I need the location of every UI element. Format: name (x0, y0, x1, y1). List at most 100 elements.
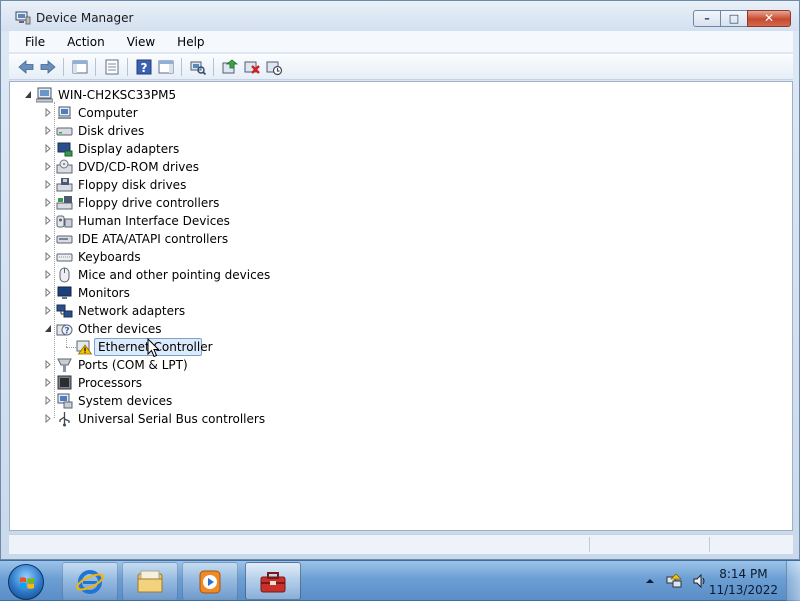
tree-category-label: System devices (78, 394, 173, 408)
menu-view[interactable]: View (119, 32, 163, 52)
expand-arrow-icon[interactable] (44, 306, 52, 315)
minimize-glyph: – (704, 12, 710, 25)
expand-arrow-icon[interactable] (44, 360, 52, 369)
expand-arrow-icon[interactable] (44, 378, 52, 387)
scan-hardware-icon[interactable] (189, 58, 207, 76)
show-desktop-button[interactable] (786, 561, 800, 601)
tree-category-label: Ports (COM & LPT) (78, 358, 188, 372)
taskbar-media-player-button[interactable] (182, 562, 238, 600)
tree-category-row[interactable]: Human Interface Devices (10, 212, 410, 230)
usb-icon (59, 412, 70, 427)
taskbar-explorer-button[interactable] (122, 562, 178, 600)
expand-arrow-icon[interactable] (44, 162, 52, 171)
tree-device-row-selected[interactable]: Ethernet Controller (10, 338, 410, 356)
tree-category-label: DVD/CD-ROM drives (78, 160, 200, 174)
title-bar[interactable]: Device Manager – □ ✕ (1, 1, 799, 31)
show-hidden-icons-icon[interactable] (644, 575, 656, 587)
expand-arrow-icon[interactable] (44, 198, 52, 207)
tree-root-label: WIN-CH2KSC33PM5 (58, 88, 177, 102)
device-manager-task-icon (260, 572, 286, 593)
window-title: Device Manager (36, 11, 134, 25)
expand-arrow-icon[interactable] (44, 108, 52, 117)
dvd-drive-icon (56, 159, 73, 174)
uninstall-icon[interactable] (243, 58, 261, 76)
tree-category-row[interactable]: Computer (10, 104, 410, 122)
expand-arrow-icon[interactable] (44, 234, 52, 243)
disk-drive-icon (56, 127, 73, 136)
tree-root-row[interactable]: WIN-CH2KSC33PM5 (10, 86, 310, 104)
menu-file[interactable]: File (17, 32, 53, 52)
show-hide-tree-icon[interactable] (71, 58, 89, 76)
start-button[interactable] (8, 564, 44, 600)
expand-arrow-icon[interactable] (44, 288, 52, 297)
network-icon[interactable] (666, 573, 682, 589)
status-segment (589, 537, 709, 552)
mouse-cursor-icon (147, 338, 159, 358)
close-button[interactable]: ✕ (747, 10, 791, 27)
menu-help[interactable]: Help (169, 32, 212, 52)
tree-category-row[interactable]: System devices (10, 392, 410, 410)
show-hide-action-pane-icon[interactable] (157, 58, 175, 76)
tree-category-row[interactable]: Universal Serial Bus controllers (10, 410, 410, 428)
processor-icon (57, 375, 72, 390)
ide-controller-icon (56, 235, 73, 244)
collapse-arrow-icon[interactable] (44, 324, 52, 333)
tree-category-row[interactable]: Ports (COM & LPT) (10, 356, 410, 374)
minimize-button[interactable]: – (693, 10, 721, 27)
floppy-controller-icon (56, 196, 73, 210)
tree-category-row[interactable]: Processors (10, 374, 410, 392)
tree-category-label: Disk drives (78, 124, 145, 138)
help-icon[interactable]: ? (135, 58, 153, 76)
monitor-icon (57, 286, 72, 299)
tree-category-row[interactable]: Floppy drive controllers (10, 194, 410, 212)
volume-icon[interactable] (692, 573, 708, 589)
tree-category-label: Processors (78, 376, 143, 390)
update-driver-icon[interactable] (221, 58, 239, 76)
tree-category-row[interactable]: Keyboards (10, 248, 410, 266)
toolbar-separator (213, 58, 214, 76)
tree-category-row[interactable]: Mice and other pointing devices (10, 266, 410, 284)
forward-arrow-icon[interactable] (39, 58, 57, 76)
properties-icon[interactable] (103, 58, 121, 76)
taskbar: 8:14 PM 11/13/2022 (0, 560, 800, 601)
tree-category-label: Monitors (78, 286, 130, 300)
taskbar-device-manager-button[interactable] (245, 562, 301, 600)
expand-arrow-icon[interactable] (44, 144, 52, 153)
tree-category-row[interactable]: IDE ATA/ATAPI controllers (10, 230, 410, 248)
toolbar-separator (95, 58, 96, 76)
computer-icon (58, 106, 71, 119)
taskbar-ie-button[interactable] (62, 562, 118, 600)
expand-arrow-icon[interactable] (44, 396, 52, 405)
tree-category-label: Display adapters (78, 142, 180, 156)
tree-category-row[interactable]: Network adapters (10, 302, 410, 320)
mouse-icon (59, 267, 70, 283)
expand-arrow-icon[interactable] (44, 180, 52, 189)
tree-category-row[interactable]: Monitors (10, 284, 410, 302)
taskbar-clock[interactable]: 8:14 PM 11/13/2022 (709, 566, 778, 598)
expand-arrow-icon[interactable] (44, 252, 52, 261)
collapse-arrow-icon[interactable] (24, 90, 32, 99)
tree-category-row[interactable]: Floppy disk drives (10, 176, 410, 194)
expand-arrow-icon[interactable] (44, 414, 52, 423)
port-icon (57, 358, 72, 372)
tree-category-row[interactable]: Display adapters (10, 140, 410, 158)
maximize-button[interactable]: □ (720, 10, 748, 27)
expand-arrow-icon[interactable] (44, 216, 52, 225)
disable-device-icon[interactable] (265, 58, 283, 76)
tree-category-row-expanded[interactable]: ? Other devices (10, 320, 410, 338)
tree-category-label: IDE ATA/ATAPI controllers (78, 232, 229, 246)
back-arrow-icon[interactable] (17, 58, 35, 76)
tree-category-label: Universal Serial Bus controllers (78, 412, 266, 426)
device-manager-window: Device Manager – □ ✕ File Action View He… (0, 0, 800, 560)
tree-category-label: Floppy disk drives (78, 178, 187, 192)
tree-category-row[interactable]: DVD/CD-ROM drives (10, 158, 410, 176)
other-devices-icon: ? (56, 324, 73, 337)
tree-category-row[interactable]: Disk drives (10, 122, 410, 140)
menu-action[interactable]: Action (59, 32, 113, 52)
device-tree[interactable]: WIN-CH2KSC33PM5 Computer Disk drives Dis… (9, 81, 793, 531)
expand-arrow-icon[interactable] (44, 126, 52, 135)
status-segment (709, 537, 793, 552)
expand-arrow-icon[interactable] (44, 270, 52, 279)
tree-category-label: Human Interface Devices (78, 214, 230, 228)
toolbar-separator (181, 58, 182, 76)
